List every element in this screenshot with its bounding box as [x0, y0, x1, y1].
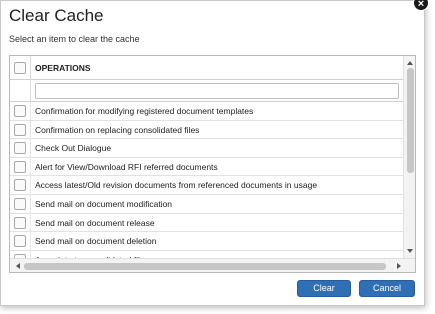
table-row[interactable]: Send mail on document deletion [10, 232, 403, 251]
clear-button[interactable]: Clear [297, 280, 351, 297]
scroll-right-icon[interactable] [397, 263, 401, 269]
dialog-title: Clear Cache [9, 6, 104, 25]
close-icon[interactable]: × [413, 0, 429, 11]
row-checkbox[interactable] [14, 235, 26, 248]
row-checkbox[interactable] [14, 179, 26, 192]
scroll-left-icon[interactable] [16, 263, 20, 269]
row-check-cell [10, 194, 31, 213]
row-check-cell [10, 139, 31, 157]
horizontal-scrollbar[interactable] [10, 258, 415, 272]
operations-filter-input[interactable] [35, 83, 399, 99]
clear-cache-dialog: Clear Cache × Select an item to clear th… [0, 0, 429, 306]
grid-rows: Confirmation for modifying registered do… [10, 102, 403, 270]
row-label: Confirmation on replacing consolidated f… [35, 124, 200, 135]
row-checkbox[interactable] [14, 142, 26, 155]
row-check-cell [10, 232, 31, 250]
operations-grid: OPERATIONS Confirmation for modifying re… [9, 55, 416, 273]
vertical-scrollbar[interactable] [403, 56, 415, 258]
row-check-cell [10, 176, 31, 194]
table-row[interactable]: Alert for View/Download RFI referred doc… [10, 157, 403, 177]
filter-blank-cell [10, 80, 31, 102]
table-row[interactable]: Send mail on document modification [10, 194, 403, 214]
horizontal-scroll-thumb[interactable] [24, 263, 386, 270]
table-row[interactable]: Confirmation for modifying registered do… [10, 102, 403, 121]
row-label: Alert for View/Download RFI referred doc… [35, 161, 218, 172]
row-checkbox[interactable] [14, 216, 26, 229]
header-select-all-cell [10, 56, 31, 80]
scroll-down-icon[interactable] [407, 249, 413, 253]
row-label: Send mail on document deletion [35, 236, 157, 247]
row-label: Check Out Dialogue [35, 143, 112, 154]
scroll-up-icon[interactable] [407, 61, 413, 65]
select-all-checkbox[interactable] [14, 62, 26, 74]
row-checkbox[interactable] [14, 160, 26, 173]
row-checkbox[interactable] [14, 123, 26, 136]
vertical-scroll-thumb[interactable] [407, 68, 414, 173]
row-label: Access latest/Old revision documents fro… [35, 180, 318, 191]
row-check-cell [10, 120, 31, 139]
table-row[interactable]: Check Out Dialogue [10, 139, 403, 158]
row-label: Send mail on document release [35, 217, 155, 228]
row-checkbox[interactable] [14, 105, 26, 117]
row-check-cell [10, 157, 31, 176]
grid-header: OPERATIONS [10, 56, 403, 80]
cancel-button[interactable]: Cancel [359, 280, 415, 297]
row-label: Send mail on document modification [35, 198, 173, 209]
table-row[interactable]: Access latest/Old revision documents fro… [10, 176, 403, 195]
operations-column-header[interactable]: OPERATIONS [35, 63, 91, 73]
dialog-subtitle: Select an item to clear the cache [9, 34, 140, 44]
row-label: Confirmation for modifying registered do… [35, 106, 254, 116]
row-check-cell [10, 213, 31, 232]
table-row[interactable]: Confirmation on replacing consolidated f… [10, 120, 403, 140]
row-checkbox[interactable] [14, 197, 26, 210]
table-row[interactable]: Send mail on document release [10, 213, 403, 233]
filter-row [10, 80, 403, 102]
row-check-cell [10, 102, 31, 120]
